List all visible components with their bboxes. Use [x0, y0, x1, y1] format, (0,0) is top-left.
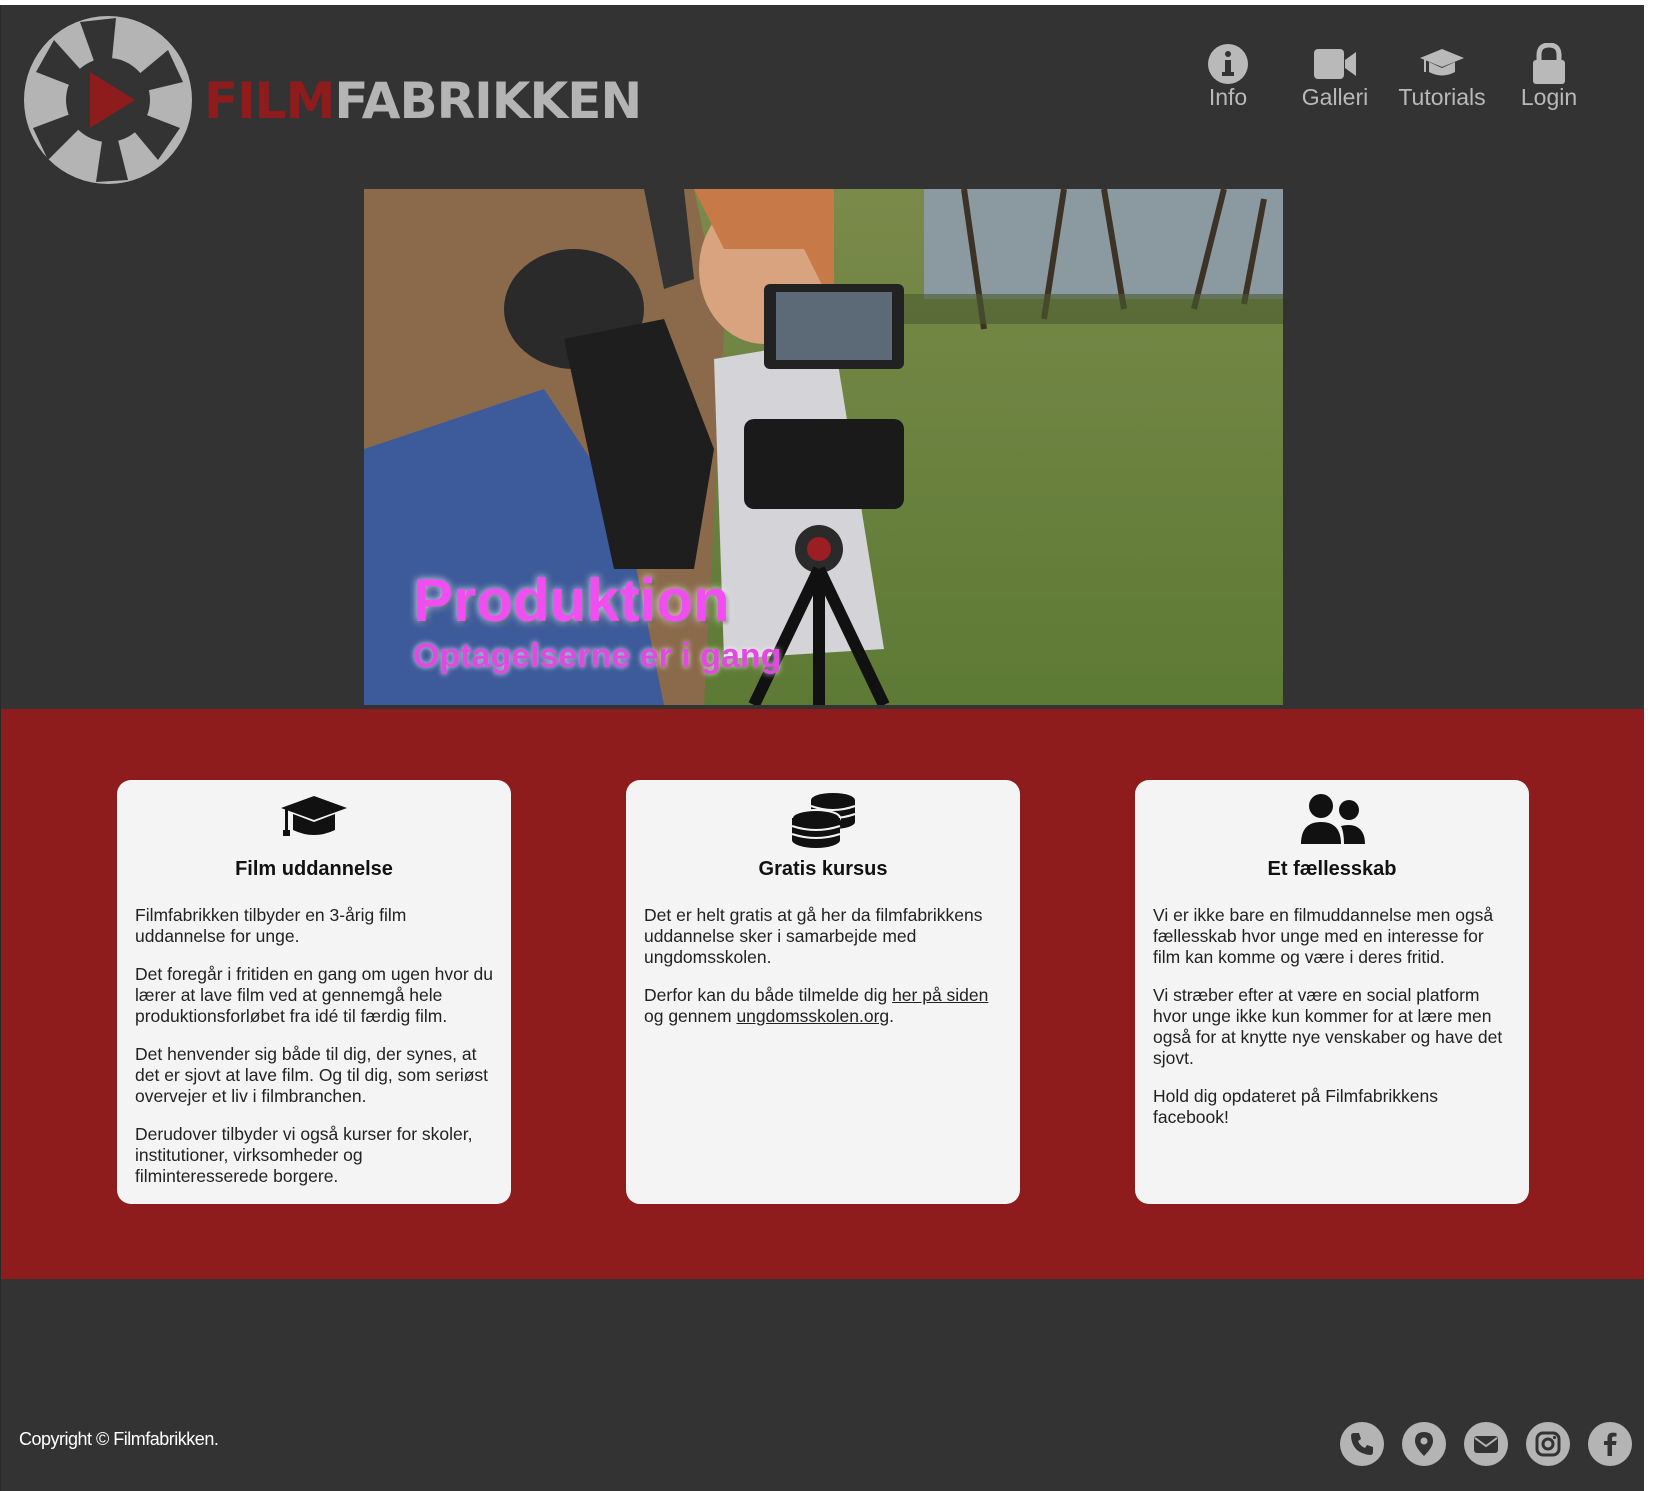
nav-item-galleri[interactable]: Galleri — [1280, 43, 1390, 113]
page: FILMFABRIKKEN Info Galleri Tutorials Log… — [0, 5, 1644, 1491]
coins-icon — [791, 793, 856, 848]
card-paragraph: Hold dig opdateret på Filmfabrikkens fac… — [1153, 1086, 1439, 1127]
phone-button[interactable] — [1340, 1422, 1384, 1466]
text: . — [889, 1006, 895, 1026]
nav-item-info[interactable]: Info — [1173, 43, 1283, 113]
signup-link[interactable]: her på siden — [892, 985, 988, 1005]
nav-item-login[interactable]: Login — [1494, 43, 1604, 113]
card-paragraph: Det henvender sig både til dig, der syne… — [135, 1044, 489, 1106]
logo-fabrikken-text: FABRIKKEN — [334, 72, 642, 130]
map-pin-icon — [1415, 1432, 1433, 1456]
card-film-uddannelse: Film uddannelse Filmfabrikken tilbyder e… — [117, 780, 511, 1204]
users-icon — [1301, 794, 1365, 844]
card-paragraph-links: Derfor kan du både tilmelde dig her på s… — [644, 985, 1002, 1027]
lock-icon — [1533, 43, 1565, 84]
card-title: Gratis kursus — [758, 858, 888, 880]
hero-title: Produktion — [413, 567, 730, 634]
info-icon — [1208, 44, 1248, 84]
card-gratis-kursus: Gratis kursus Det er helt gratis at gå h… — [626, 780, 1020, 1204]
card-paragraph: Det er helt gratis at gå her da filmfabr… — [644, 905, 983, 967]
card-paragraph: Filmfabrikken tilbyder en 3-årig film ud… — [135, 905, 407, 946]
text: og gennem — [644, 1006, 737, 1026]
site-logo[interactable]: FILMFABRIKKEN — [18, 10, 678, 190]
nav-label-tutorials: Tutorials — [1398, 84, 1486, 110]
facebook-button[interactable] — [1588, 1422, 1632, 1466]
card-paragraph: Vi er ikke bare en filmuddannelse men og… — [1153, 905, 1494, 967]
card-paragraph: Derudover tilbyder vi også kurser for sk… — [135, 1124, 473, 1186]
copyright-text: Copyright © Filmfabrikken. — [19, 1429, 219, 1449]
hero-video[interactable]: Produktion Optagelserne er i gang — [364, 189, 1283, 705]
nav-label-galleri: Galleri — [1301, 84, 1369, 110]
email-button[interactable] — [1464, 1422, 1508, 1466]
ungdomsskolen-link[interactable]: ungdomsskolen.org — [736, 1006, 889, 1026]
instagram-icon — [1535, 1431, 1561, 1457]
aperture-logo-icon — [24, 16, 192, 184]
nav-label-login: Login — [1520, 84, 1578, 110]
phone-icon — [1351, 1433, 1373, 1455]
graduation-cap-icon — [1420, 49, 1464, 76]
logo-wordmark: FILMFABRIKKEN — [204, 76, 642, 126]
text: Derfor kan du både tilmelde dig — [644, 985, 893, 1005]
facebook-icon — [1604, 1432, 1617, 1456]
instagram-button[interactable] — [1526, 1422, 1570, 1466]
card-paragraph: Det foregår i fritiden en gang om ugen h… — [135, 964, 493, 1026]
card-title: Film uddannelse — [235, 858, 393, 880]
card-paragraph: Vi stræber efter at være en social platf… — [1153, 985, 1503, 1068]
features-section: Film uddannelse Filmfabrikken tilbyder e… — [1, 709, 1644, 1279]
card-title: Et fællesskab — [1267, 858, 1397, 880]
hero-subtitle: Optagelserne er i gang — [413, 637, 782, 675]
nav-label-info: Info — [1208, 84, 1248, 110]
envelope-icon — [1474, 1436, 1498, 1453]
nav-item-tutorials[interactable]: Tutorials — [1387, 43, 1497, 113]
graduation-cap-icon — [281, 796, 347, 836]
video-camera-icon — [1314, 49, 1356, 79]
logo-film-text: FILM — [204, 72, 335, 130]
location-button[interactable] — [1402, 1422, 1446, 1466]
card-faellesskab: Et fællesskab Vi er ikke bare en filmudd… — [1135, 780, 1529, 1204]
